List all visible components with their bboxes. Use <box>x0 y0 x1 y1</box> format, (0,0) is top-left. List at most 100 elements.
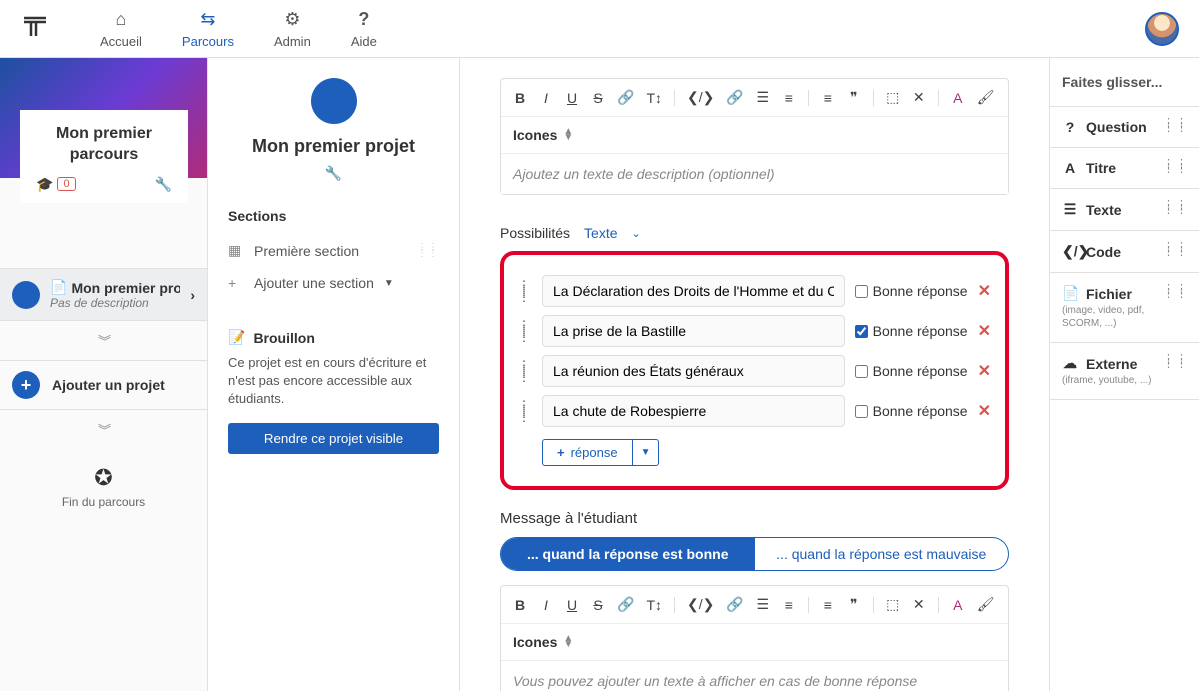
drag-handle-icon[interactable]: ⋮⋮⋮⋮ <box>1163 287 1189 297</box>
text-icon: ☰ <box>1062 201 1078 218</box>
answer-input[interactable] <box>542 395 845 427</box>
align-icon[interactable]: ≡ <box>821 90 835 106</box>
codeblock-icon[interactable]: ❮/❯ <box>687 596 714 613</box>
fontsize-icon[interactable]: T↕ <box>646 597 662 613</box>
feedback-textarea[interactable]: Vous pouvez ajouter un texte à afficher … <box>501 660 1008 691</box>
block-fichier[interactable]: 📄Fichier (image, video, pdf, SCORM, ...)… <box>1050 273 1199 343</box>
top-navbar: ⌂ Accueil ⇆ Parcours ⚙ Admin ? Aide <box>0 0 1199 58</box>
nav-accueil[interactable]: ⌂ Accueil <box>80 10 162 49</box>
correct-checkbox[interactable]: Bonne réponse <box>855 283 968 299</box>
list-ul-icon[interactable]: ☰ <box>756 89 770 106</box>
brush-icon[interactable]: 🖌 <box>977 89 995 106</box>
app-logo[interactable] <box>20 12 50 42</box>
correct-checkbox[interactable]: Bonne réponse <box>855 363 968 379</box>
delete-answer-icon[interactable]: ✕ <box>978 401 991 421</box>
underline-icon[interactable]: U <box>565 597 579 613</box>
project-panel: Mon premier projet 🔧 Sections ▦ Première… <box>208 58 460 691</box>
indent-icon[interactable]: ⬚ <box>886 596 900 613</box>
bold-icon[interactable]: B <box>513 90 527 106</box>
tab-bad-answer[interactable]: ... quand la réponse est mauvaise <box>755 538 1009 570</box>
clear-icon[interactable]: ✕ <box>912 596 926 613</box>
drag-handle-icon[interactable]: ⋮⋮⋮ <box>518 322 532 340</box>
correct-checkbox[interactable]: Bonne réponse <box>855 323 968 339</box>
textcolor-icon[interactable]: A <box>951 597 965 613</box>
code-icon: ❮/❯ <box>1062 243 1078 260</box>
delete-answer-icon[interactable]: ✕ <box>978 281 991 301</box>
italic-icon[interactable]: I <box>539 90 553 106</box>
section-item[interactable]: ▦ Première section ⋮⋮⋮⋮ <box>228 234 439 267</box>
laurel-icon: ✪ <box>0 465 207 491</box>
drag-handle-icon[interactable]: ⋮⋮⋮⋮ <box>1163 357 1189 367</box>
drag-handle-icon[interactable]: ⋮⋮⋮⋮ <box>1163 245 1189 255</box>
indent-icon[interactable]: ⬚ <box>886 89 900 106</box>
list-ol-icon[interactable]: ≡ <box>782 90 796 106</box>
user-avatar[interactable] <box>1145 12 1179 46</box>
parcours-icon: ⇆ <box>200 10 215 28</box>
strike-icon[interactable]: S <box>591 597 605 613</box>
list-ol-icon[interactable]: ≡ <box>782 597 796 613</box>
attach-icon[interactable]: 🔗 <box>726 596 743 613</box>
expand-down-2[interactable]: ︾ <box>0 410 207 449</box>
block-titre[interactable]: ATitre ⋮⋮⋮⋮ <box>1050 148 1199 189</box>
clear-icon[interactable]: ✕ <box>912 89 926 106</box>
answer-input[interactable] <box>542 275 845 307</box>
answer-input[interactable] <box>542 355 845 387</box>
drag-handle-icon[interactable]: ⋮⋮⋮ <box>518 282 532 300</box>
strike-icon[interactable]: S <box>591 90 605 106</box>
attach-icon[interactable]: 🔗 <box>726 89 743 106</box>
list-ul-icon[interactable]: ☰ <box>756 596 770 613</box>
icons-dropdown[interactable]: Icones ▲▼ <box>501 116 1008 153</box>
delete-answer-icon[interactable]: ✕ <box>978 361 991 381</box>
correct-checkbox[interactable]: Bonne réponse <box>855 403 968 419</box>
add-answer-caret[interactable]: ▼ <box>633 439 660 466</box>
underline-icon[interactable]: U <box>565 90 579 106</box>
align-icon[interactable]: ≡ <box>821 597 835 613</box>
project-circle <box>311 78 357 124</box>
students-badge[interactable]: 🎓 0 <box>36 176 76 193</box>
quote-icon[interactable]: ❞ <box>847 596 861 613</box>
icons-dropdown[interactable]: Icones ▲▼ <box>501 623 1008 660</box>
answer-type-select[interactable]: Texte <box>584 225 617 241</box>
project-settings-icon[interactable]: 🔧 <box>325 165 342 182</box>
sort-icon: ▲▼ <box>563 636 573 648</box>
drag-handle-icon[interactable]: ⋮⋮⋮⋮ <box>1163 121 1189 131</box>
nav-parcours[interactable]: ⇆ Parcours <box>162 10 254 49</box>
block-externe[interactable]: ☁Externe (iframe, youtube, ...) ⋮⋮⋮⋮ <box>1050 343 1199 400</box>
drag-handle-icon[interactable]: ⋮⋮⋮⋮ <box>1163 162 1189 172</box>
textcolor-icon[interactable]: A <box>951 90 965 106</box>
codeblock-icon[interactable]: ❮/❯ <box>687 89 714 106</box>
drag-handle-icon[interactable]: ⋮⋮⋮⋮ <box>417 245 439 257</box>
add-project-button[interactable]: + Ajouter un projet <box>0 360 207 410</box>
drag-handle-icon[interactable]: ⋮⋮⋮⋮ <box>1163 203 1189 213</box>
description-textarea[interactable]: Ajoutez un texte de description (optionn… <box>501 153 1008 194</box>
message-heading: Message à l'étudiant <box>500 510 1009 527</box>
parcours-settings-icon[interactable]: 🔧 <box>155 176 172 193</box>
expand-down[interactable]: ︾ <box>0 321 207 360</box>
add-section-button[interactable]: + Ajouter une section ▼ <box>228 267 439 299</box>
quote-icon[interactable]: ❞ <box>847 89 861 106</box>
add-answer-button[interactable]: + réponse <box>542 439 633 466</box>
link-icon[interactable]: 🔗 <box>617 89 634 106</box>
link-icon[interactable]: 🔗 <box>617 596 634 613</box>
nav-admin[interactable]: ⚙ Admin <box>254 10 331 49</box>
answer-row: ⋮⋮⋮ Bonne réponse ✕ <box>518 275 991 307</box>
project-item[interactable]: 📄Mon premier pro... Pas de description › <box>0 268 207 321</box>
bold-icon[interactable]: B <box>513 597 527 613</box>
brush-icon[interactable]: 🖌 <box>977 596 995 613</box>
italic-icon[interactable]: I <box>539 597 553 613</box>
chevron-down-icon[interactable]: ⌄ <box>632 227 641 240</box>
fontsize-icon[interactable]: T↕ <box>646 90 662 106</box>
block-question[interactable]: ?Question ⋮⋮⋮⋮ <box>1050 107 1199 148</box>
delete-answer-icon[interactable]: ✕ <box>978 321 991 341</box>
cloud-icon: ☁ <box>1062 355 1078 372</box>
tab-good-answer[interactable]: ... quand la réponse est bonne <box>501 538 755 570</box>
drag-handle-icon[interactable]: ⋮⋮⋮ <box>518 402 532 420</box>
block-texte[interactable]: ☰Texte ⋮⋮⋮⋮ <box>1050 189 1199 231</box>
answer-input[interactable] <box>542 315 845 347</box>
answer-row: ⋮⋮⋮ Bonne réponse ✕ <box>518 395 991 427</box>
fin-parcours[interactable]: ✪ Fin du parcours <box>0 449 207 525</box>
drag-handle-icon[interactable]: ⋮⋮⋮ <box>518 362 532 380</box>
nav-aide[interactable]: ? Aide <box>331 10 397 49</box>
block-code[interactable]: ❮/❯Code ⋮⋮⋮⋮ <box>1050 231 1199 273</box>
make-visible-button[interactable]: Rendre ce projet visible <box>228 423 439 454</box>
